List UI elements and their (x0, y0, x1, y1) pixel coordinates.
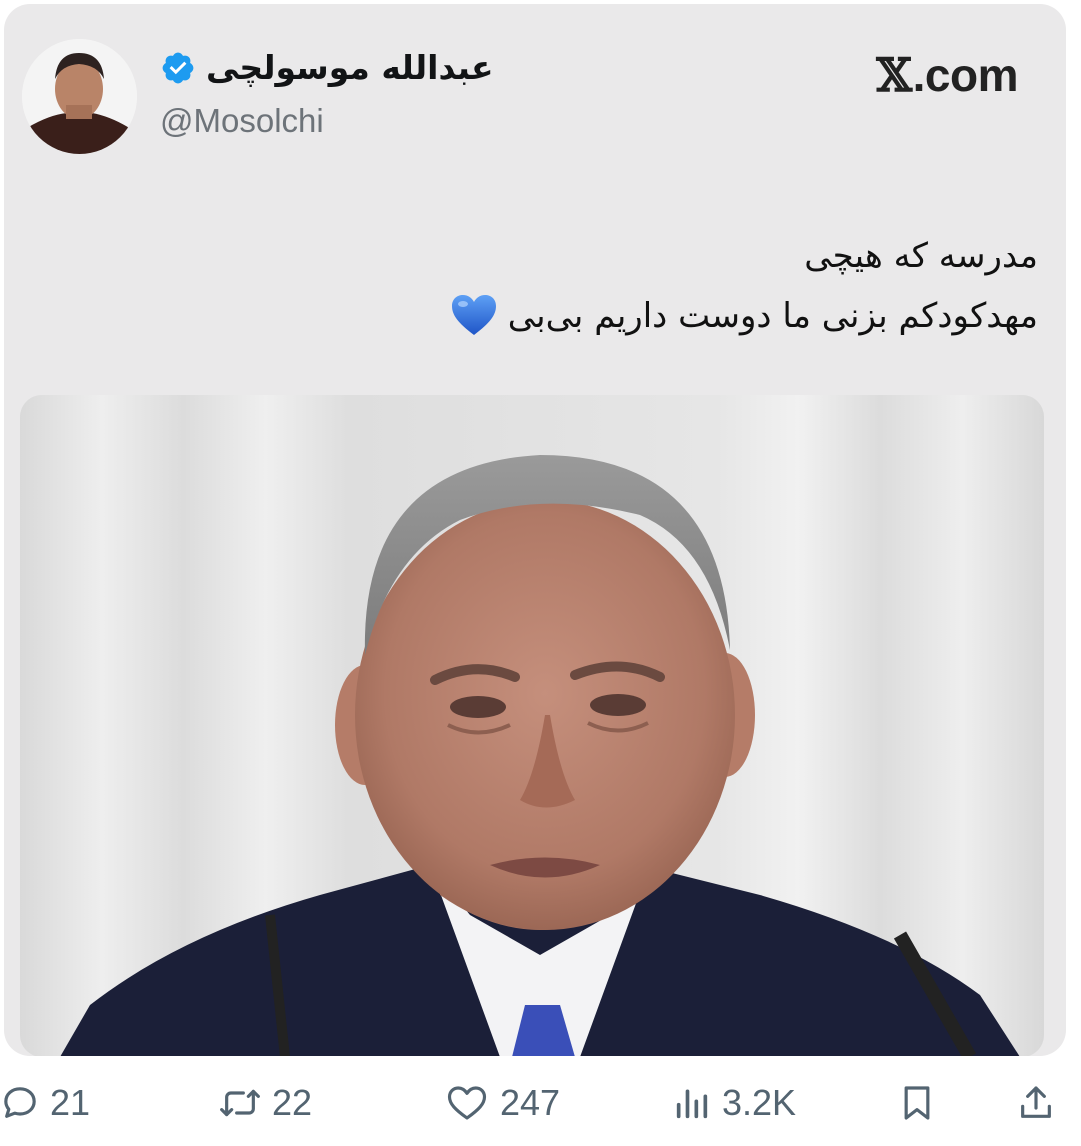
like-count: 247 (500, 1082, 561, 1123)
reply-button[interactable]: 21 (0, 1082, 90, 1124)
author-avatar[interactable] (22, 39, 137, 154)
repost-count: 22 (272, 1082, 313, 1123)
x-com-logo: 𝕏 .com (876, 48, 1018, 102)
views-button[interactable]: 3.2K (672, 1082, 796, 1124)
bookmark-button[interactable] (897, 1082, 937, 1124)
author-display-name: عبدالله موسولچی (206, 48, 494, 87)
portrait-photo (20, 395, 1044, 1056)
reply-count: 21 (50, 1082, 91, 1123)
share-icon (1021, 1086, 1051, 1118)
repost-icon (220, 1089, 260, 1117)
tweet-action-bar: 21 22 247 3.2K (0, 1076, 1081, 1146)
author-name-row[interactable]: عبدالله موسولچی (160, 48, 494, 87)
tweet-text-line-content: مهدکودکم بزنی ما دوست داریم بی‌بی (507, 296, 1038, 336)
author-handle[interactable]: @Mosolchi (160, 102, 324, 140)
like-button[interactable]: 247 (444, 1082, 560, 1124)
views-count: 3.2K (722, 1082, 797, 1123)
views-chart-icon (676, 1089, 708, 1119)
avatar-photo (22, 39, 137, 154)
x-logo-icon: 𝕏 (876, 48, 912, 102)
tweet-card[interactable]: عبدالله موسولچی @Mosolchi 𝕏 .com مدرسه ک… (4, 4, 1066, 1056)
reply-icon (4, 1087, 36, 1118)
heart-icon (447, 1086, 487, 1120)
tweet-media-photo[interactable] (20, 395, 1044, 1056)
tweet-text-line: مدرسه که هیچی (804, 236, 1038, 276)
tweet-text: مدرسه که هیچی مهدکودکم بزنی ما دوست داری… (138, 226, 1038, 346)
tweet-text-line: مهدکودکم بزنی ما دوست داریم بی‌بی (138, 286, 1038, 346)
x-logo-domain-text: .com (912, 49, 1019, 101)
repost-button[interactable]: 22 (218, 1082, 312, 1124)
bookmark-icon (904, 1086, 930, 1120)
verified-badge-icon (162, 52, 194, 83)
blue-heart-emoji-icon (451, 295, 496, 335)
share-button[interactable] (1016, 1082, 1056, 1124)
